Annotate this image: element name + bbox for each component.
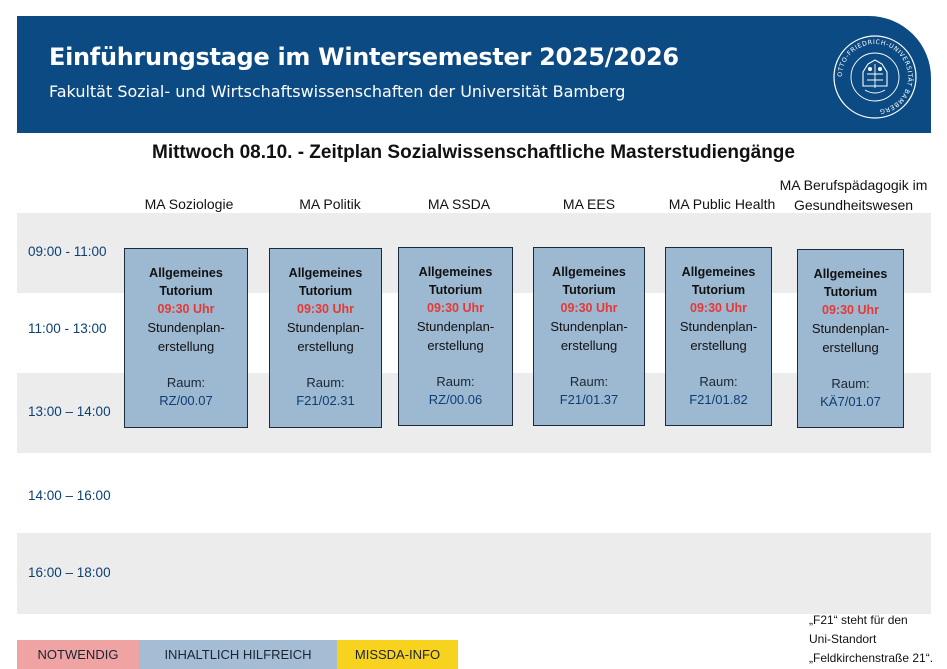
event-room: RZ/00.06 xyxy=(428,392,483,407)
event-room: F21/01.37 xyxy=(559,392,619,407)
event-card-politik: Allgemeines Tutorium 09:30 Uhr Stundenpla… xyxy=(269,248,382,428)
column-header-public-health: MA Public Health xyxy=(668,196,776,212)
time-slot-label: 14:00 – 16:00 xyxy=(28,488,111,503)
event-desc-line: erstellung xyxy=(297,339,354,354)
schedule-title: Mittwoch 08.10. - Zeitplan Sozialwissens… xyxy=(152,142,795,163)
column-header-line: Gesundheitswesen xyxy=(793,197,914,213)
event-card-soziologie: Allgemeines Tutorium 09:30 Uhr Stundenpla… xyxy=(124,248,248,428)
time-slot-label: 13:00 – 14:00 xyxy=(28,404,111,419)
event-title-line: Tutorium xyxy=(428,283,483,297)
event-room-label: Raum: xyxy=(166,375,206,390)
event-title: Allgemeines Tutorium xyxy=(270,264,381,300)
event-title-line: Allgemeines xyxy=(681,265,756,279)
event-time: 09:30 Uhr xyxy=(427,301,484,315)
event-title-line: Tutorium xyxy=(159,284,213,298)
event-room-label: Raum: xyxy=(699,374,738,389)
event-title: Allgemeines Tutorium xyxy=(798,265,903,301)
page-subtitle: Fakultät Sozial- und Wirtschaftswissensc… xyxy=(49,82,626,101)
event-title: Allgemeines Tutorium xyxy=(399,263,512,299)
event-card-public-health: Allgemeines Tutorium 09:30 Uhr Stundenpla… xyxy=(665,247,772,426)
footnote-line: „Feldkirchenstraße 21“. xyxy=(809,651,934,665)
event-time: 09:30 Uhr xyxy=(822,303,879,317)
legend-notwendig: NOTWENDIG xyxy=(17,640,139,669)
column-header-line: MA Berufspädagogik im xyxy=(779,177,928,193)
event-room-label: Raum: xyxy=(569,374,609,389)
row-stripe xyxy=(17,533,931,614)
event-title-line: Tutorium xyxy=(298,284,353,298)
event-desc-line: erstellung xyxy=(690,338,747,353)
column-header-ssda: MA SSDA xyxy=(427,196,491,212)
event-title-line: Allgemeines xyxy=(813,267,888,281)
event-room: F21/01.82 xyxy=(689,392,748,407)
svg-text:OTTO-FRIEDRICH-UNIVERSITÄT BAM: OTTO-FRIEDRICH-UNIVERSITÄT BAMBERG xyxy=(837,39,915,115)
header-banner: Einführungstage im Wintersemester 2025/2… xyxy=(17,16,931,133)
time-slot-label: 09:00 - 11:00 xyxy=(28,244,107,259)
event-description: Stundenplan-erstellung xyxy=(399,317,512,355)
event-time: 09:30 Uhr xyxy=(690,301,747,315)
event-room: RZ/00.07 xyxy=(159,393,213,408)
event-room: KÄ7/01.07 xyxy=(820,394,881,409)
event-description: Stundenplan-erstellung xyxy=(666,317,771,355)
page-title: Einführungstage im Wintersemester 2025/2… xyxy=(49,43,679,71)
event-title-line: Allgemeines xyxy=(552,265,626,279)
event-desc-line: Stundenplan- xyxy=(286,320,365,335)
university-seal-logo: OTTO-FRIEDRICH-UNIVERSITÄT BAMBERG xyxy=(833,35,917,119)
event-room-label: Raum: xyxy=(831,376,870,391)
column-header-ees: MA EES xyxy=(562,196,616,212)
event-title-line: Tutorium xyxy=(691,283,746,297)
legend-inhaltlich-hilfreich: INHALTLICH HILFREICH xyxy=(139,640,337,669)
event-time: 09:30 Uhr xyxy=(560,301,618,315)
event-description: Stundenplan-erstellung xyxy=(798,319,903,357)
event-title-line: Tutorium xyxy=(823,285,878,299)
time-slot-label: 16:00 – 18:00 xyxy=(28,565,111,580)
column-header-politik: MA Politik xyxy=(299,196,361,212)
column-header-berufspaedagogik: MA Berufspädagogik im Gesundheitswesen xyxy=(776,175,931,215)
event-description: Stundenplan-erstellung xyxy=(534,317,644,355)
event-time: 09:30 Uhr xyxy=(297,302,354,316)
footnote-line: „F21“ steht für den xyxy=(809,613,908,627)
event-desc-line: Stundenplan- xyxy=(550,319,628,334)
event-title: Allgemeines Tutorium xyxy=(534,263,644,299)
location-footnote: „F21“ steht für den Uni-Standort „Feldki… xyxy=(809,611,933,668)
event-room-label: Raum: xyxy=(436,374,475,389)
event-card-berufspaedagogik: Allgemeines Tutorium 09:30 Uhr Stundenpla… xyxy=(797,249,904,428)
event-title-line: Allgemeines xyxy=(418,265,493,279)
event-time: 09:30 Uhr xyxy=(157,302,215,316)
seal-text: OTTO-FRIEDRICH-UNIVERSITÄT BAMBERG xyxy=(837,39,915,115)
event-description: Stundenplan-erstellung xyxy=(125,318,247,356)
event-desc-line: erstellung xyxy=(560,338,618,353)
event-card-ees: Allgemeines Tutorium 09:30 Uhr Stundenpla… xyxy=(533,247,645,426)
event-desc-line: erstellung xyxy=(822,340,879,355)
event-title: Allgemeines Tutorium xyxy=(125,264,247,300)
footnote-line: Uni-Standort xyxy=(809,632,877,646)
time-slot-label: 11:00 - 13:00 xyxy=(28,321,107,336)
event-desc-line: erstellung xyxy=(157,339,215,354)
event-desc-line: Stundenplan- xyxy=(811,321,890,336)
event-desc-line: Stundenplan- xyxy=(147,320,225,335)
event-desc-line: Stundenplan- xyxy=(416,319,495,334)
column-header-soziologie: MA Soziologie xyxy=(144,196,234,212)
event-title-line: Tutorium xyxy=(562,283,616,297)
event-room-label: Raum: xyxy=(306,375,345,390)
event-room: F21/02.31 xyxy=(296,393,355,408)
event-title-line: Allgemeines xyxy=(149,266,223,280)
event-desc-line: Stundenplan- xyxy=(679,319,758,334)
legend-missda-info: MISSDA-INFO xyxy=(337,640,458,669)
event-title: Allgemeines Tutorium xyxy=(666,263,771,299)
event-desc-line: erstellung xyxy=(427,338,484,353)
event-description: Stundenplan-erstellung xyxy=(270,318,381,356)
event-title-line: Allgemeines xyxy=(288,266,363,280)
event-card-ssda: Allgemeines Tutorium 09:30 Uhr Stundenpla… xyxy=(398,247,513,426)
